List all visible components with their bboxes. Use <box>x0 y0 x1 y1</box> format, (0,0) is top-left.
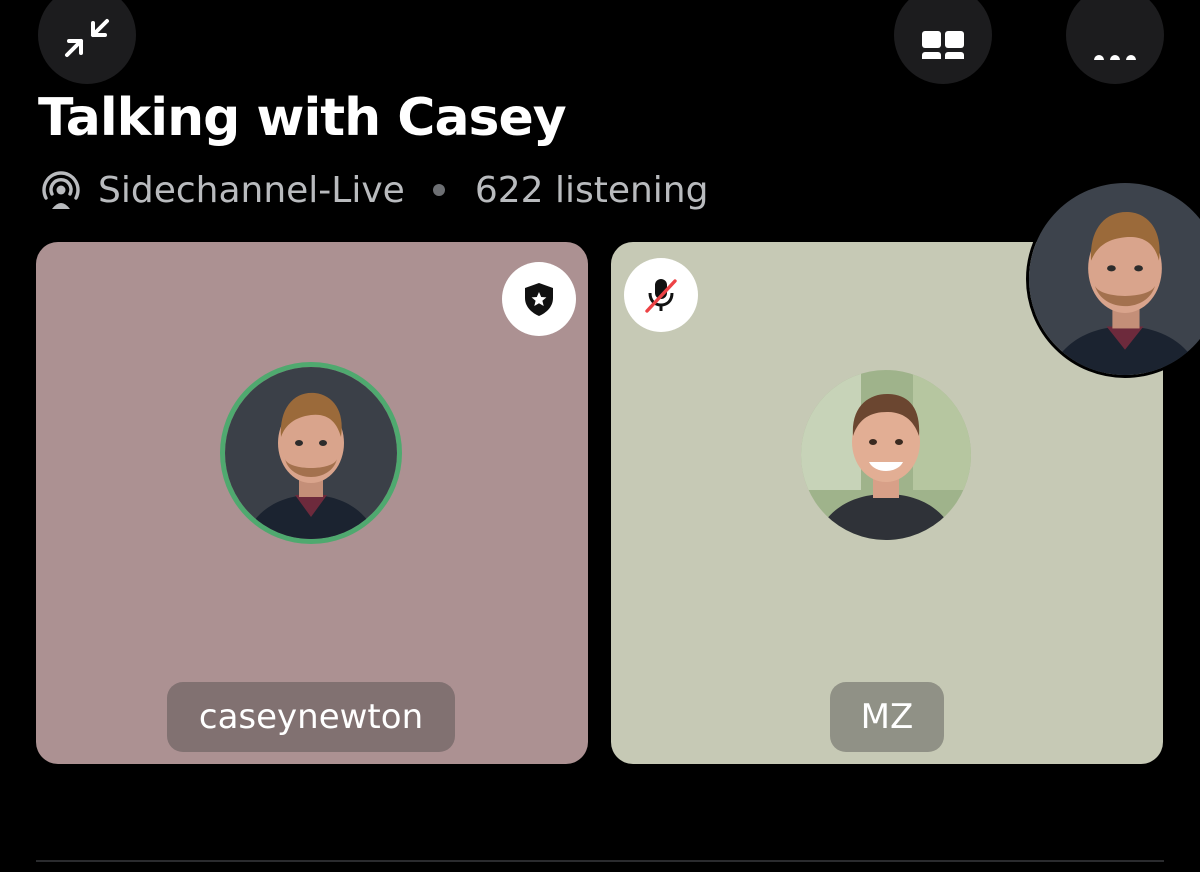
channel-name[interactable]: Sidechannel-Live <box>98 170 405 211</box>
grid-view-icon <box>922 31 964 59</box>
grid-view-button[interactable] <box>894 0 992 84</box>
more-dots-icon <box>1094 55 1136 60</box>
collapse-button[interactable] <box>38 0 136 84</box>
stage-channel-icon <box>38 168 84 212</box>
participant-name: MZ <box>830 682 944 752</box>
more-options-button[interactable] <box>1066 0 1164 84</box>
section-divider <box>36 860 1164 862</box>
stage-title: Talking with Casey <box>38 88 567 148</box>
muted-mic-icon <box>645 279 677 313</box>
avatar-mz <box>801 370 971 540</box>
listener-count: 622 listening <box>474 169 709 211</box>
stage-info: Sidechannel-Live 622 listening <box>38 168 708 212</box>
participant-tile-caseynewton[interactable]: caseynewton <box>36 242 588 764</box>
participant-name: caseynewton <box>167 682 455 752</box>
moderator-badge <box>502 262 576 336</box>
separator-dot <box>432 184 445 196</box>
muted-badge <box>624 258 698 332</box>
moderator-shield-icon <box>525 283 553 316</box>
collapse-arrows-icon <box>65 19 109 57</box>
avatar-caseynewton <box>220 362 402 544</box>
